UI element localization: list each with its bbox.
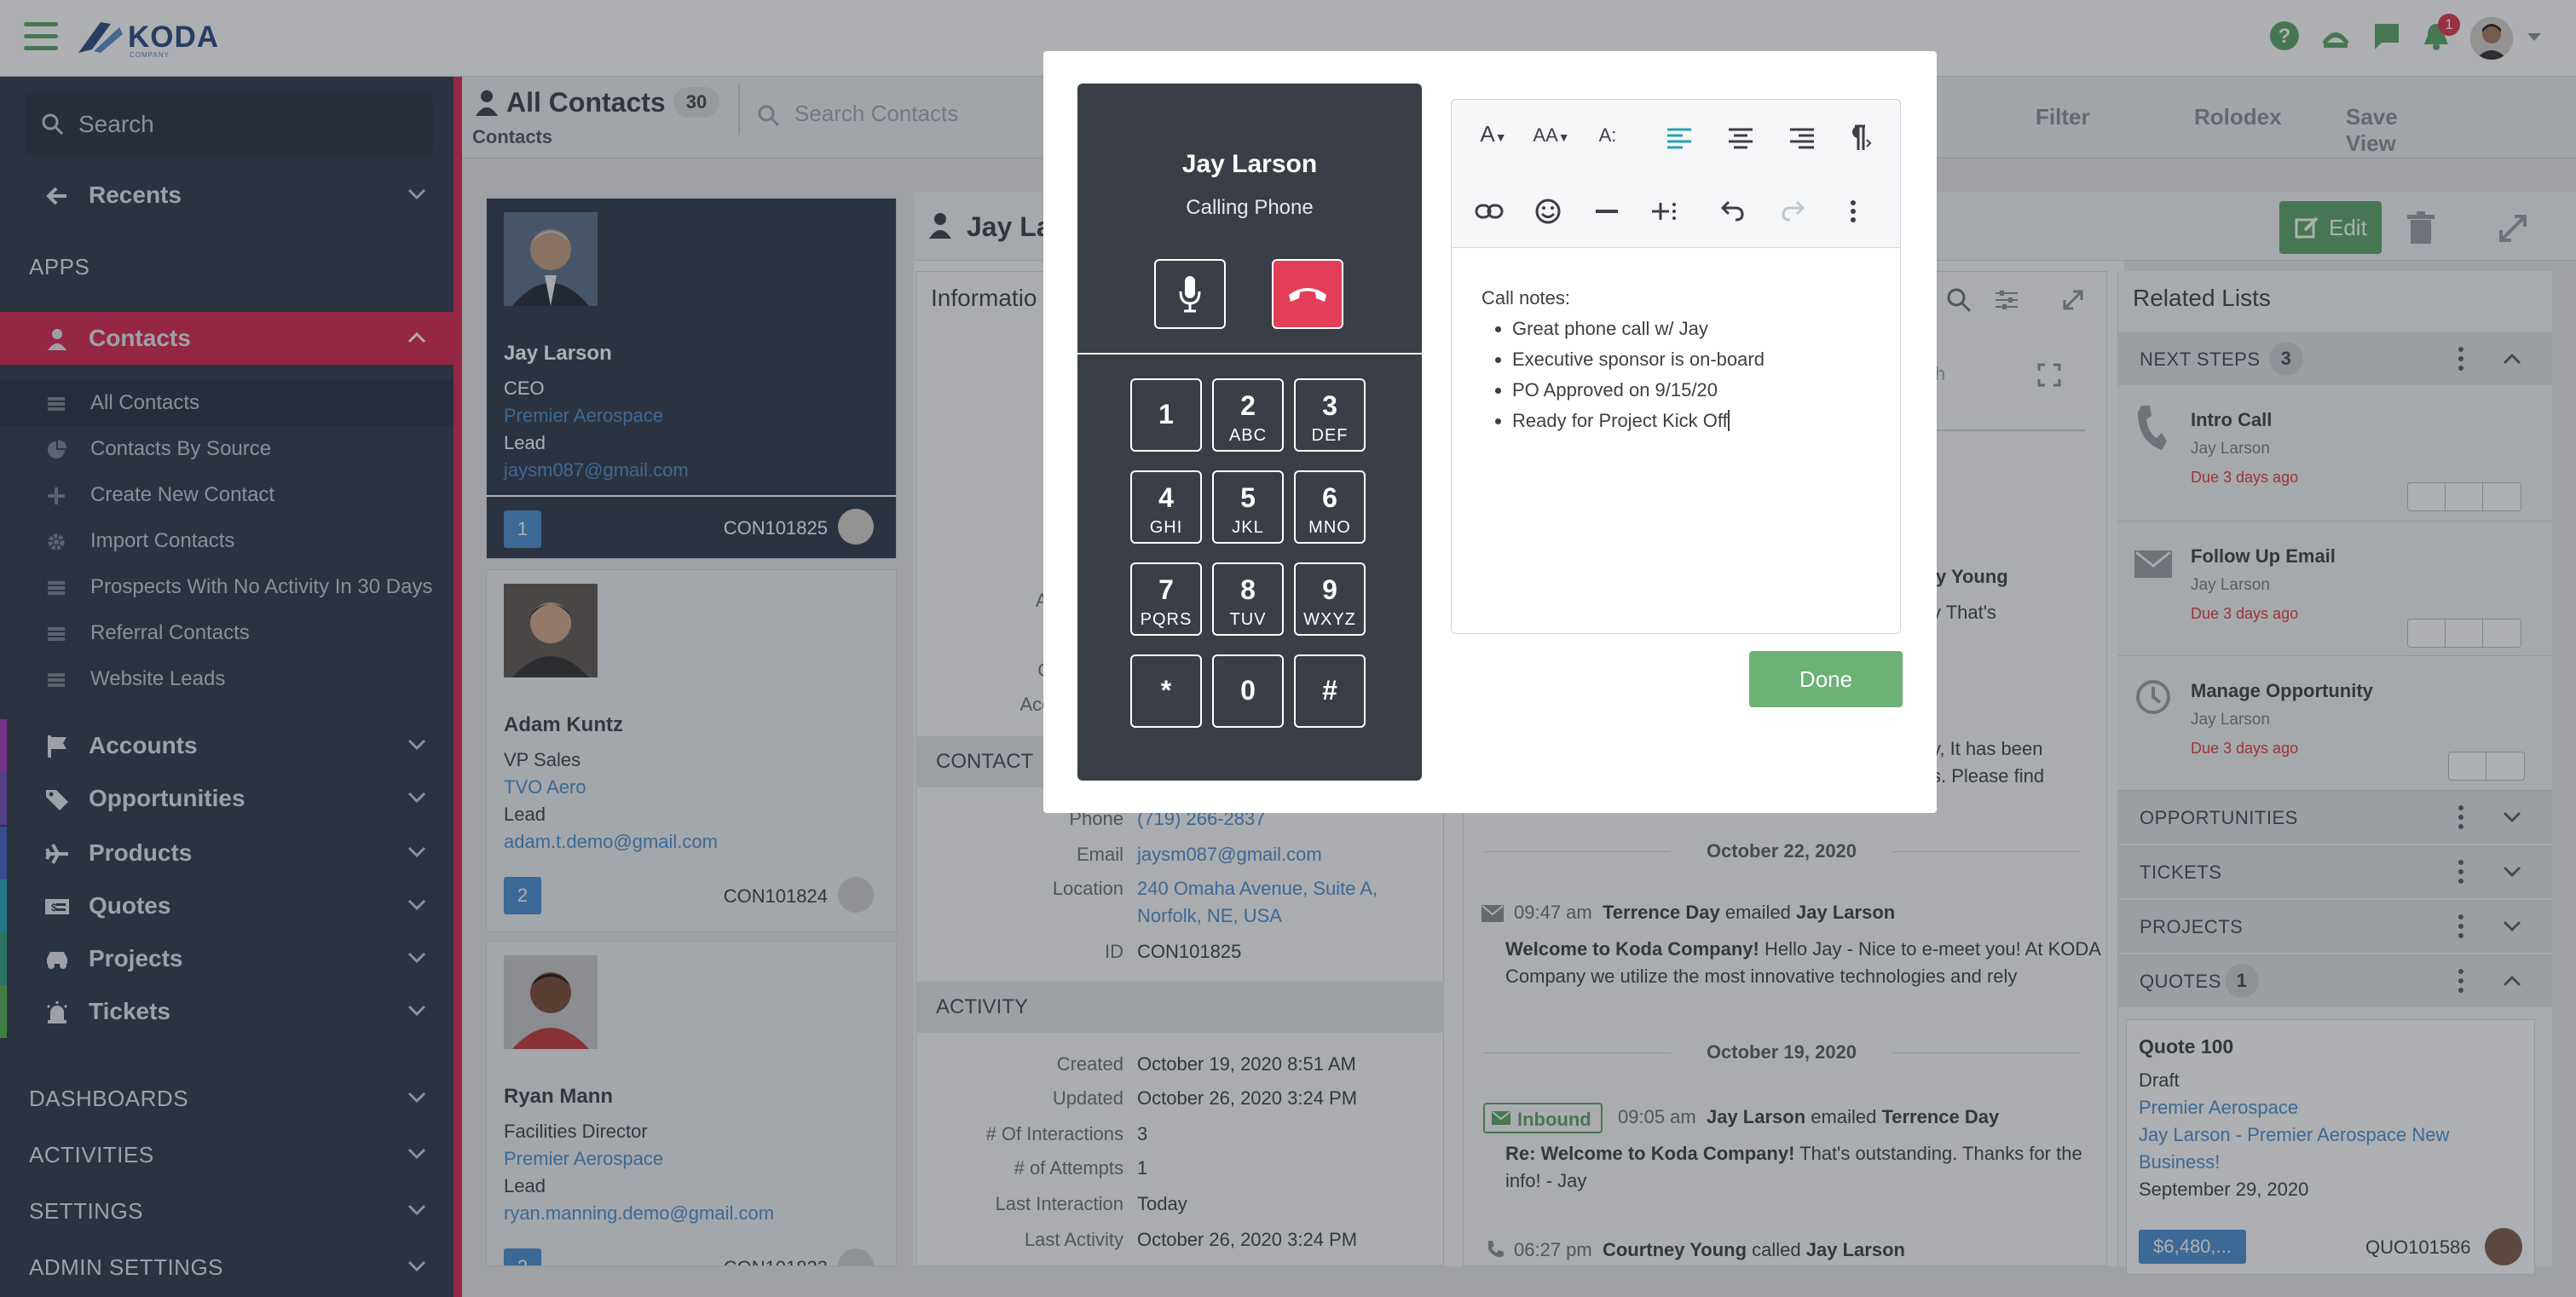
keypad-key-1[interactable]: 1 xyxy=(1130,378,1202,452)
notes-heading: Call notes: xyxy=(1481,287,1570,308)
notes-list-item-text: Ready for Project Kick Off xyxy=(1512,410,1728,431)
call-notes-content[interactable]: Call notes: Great phone call w/ Jay Exec… xyxy=(1481,283,1874,436)
dialer-divider xyxy=(1077,353,1422,355)
font-family-button[interactable]: A▼ xyxy=(1471,121,1516,155)
keypad-key-9[interactable]: 9 WXYZ xyxy=(1294,562,1366,636)
notes-list-item: Executive sponsor is on-board xyxy=(1512,344,1874,375)
mute-button[interactable] xyxy=(1154,259,1226,329)
keypad-key-6[interactable]: 6 MNO xyxy=(1294,470,1366,544)
key-digit: 4 xyxy=(1158,482,1174,513)
key-letters: GHI xyxy=(1149,518,1183,537)
text-cursor xyxy=(1727,410,1735,431)
microphone-icon xyxy=(1179,276,1201,313)
keypad-key-hash[interactable]: # xyxy=(1294,654,1366,728)
key-letters: MNO xyxy=(1308,518,1351,537)
editor-toolbar xyxy=(1452,100,1900,248)
paragraph-icon[interactable] xyxy=(1846,124,1872,152)
key-letters: WXYZ xyxy=(1303,610,1356,629)
insert-table-icon[interactable] xyxy=(1650,199,1679,223)
key-digit: * xyxy=(1160,675,1172,706)
key-letters: PQRS xyxy=(1140,610,1193,629)
emoji-icon[interactable] xyxy=(1534,198,1562,225)
key-digit: 0 xyxy=(1240,675,1256,706)
call-status: Calling Phone xyxy=(1186,196,1314,219)
text-format-button[interactable]: A: xyxy=(1589,124,1626,159)
keypad-key-7[interactable]: 7 PQRS xyxy=(1130,562,1202,636)
key-digit: # xyxy=(1322,675,1337,706)
notes-list: Great phone call w/ Jay Executive sponso… xyxy=(1512,314,1874,436)
key-digit: 8 xyxy=(1240,574,1256,605)
caller-name: Jay Larson xyxy=(1181,150,1318,178)
notes-list-item: Great phone call w/ Jay xyxy=(1512,314,1874,344)
font-size-button[interactable]: AA▼ xyxy=(1528,124,1575,159)
redo-icon[interactable] xyxy=(1780,199,1805,222)
align-left-icon[interactable] xyxy=(1666,126,1693,150)
horizontal-rule-icon[interactable] xyxy=(1596,210,1618,215)
key-digit: 7 xyxy=(1158,574,1174,605)
keypad-key-0[interactable]: 0 xyxy=(1212,654,1284,728)
keypad-key-star[interactable]: * xyxy=(1130,654,1202,728)
key-digit: 1 xyxy=(1158,399,1174,429)
phone-hangup-icon xyxy=(1289,288,1326,302)
link-icon[interactable] xyxy=(1475,199,1504,223)
notes-list-item: Ready for Project Kick Off xyxy=(1512,406,1874,436)
key-letters: DEF xyxy=(1311,426,1349,445)
font-family-label: A xyxy=(1480,121,1495,147)
notes-list-item: PO Approved on 9/15/20 xyxy=(1512,375,1874,406)
align-right-icon[interactable] xyxy=(1788,126,1816,150)
key-digit: 5 xyxy=(1240,482,1256,513)
key-digit: 6 xyxy=(1322,482,1337,513)
keypad-key-5[interactable]: 5 JKL xyxy=(1212,470,1284,544)
key-digit: 9 xyxy=(1322,574,1337,605)
keypad-key-3[interactable]: 3 DEF xyxy=(1294,378,1366,452)
hang-up-button[interactable] xyxy=(1272,259,1343,329)
keypad-key-2[interactable]: 2 ABC xyxy=(1212,378,1284,452)
text-format-label: A: xyxy=(1598,124,1617,146)
align-center-icon[interactable] xyxy=(1727,126,1754,150)
key-digit: 3 xyxy=(1322,390,1337,421)
key-letters: ABC xyxy=(1228,426,1268,445)
done-button[interactable]: Done xyxy=(1749,651,1903,707)
key-letters: TUV xyxy=(1229,610,1267,629)
font-size-label: AA xyxy=(1533,124,1558,146)
key-digit: 2 xyxy=(1240,390,1256,421)
undo-icon[interactable] xyxy=(1720,199,1746,222)
keypad-key-4[interactable]: 4 GHI xyxy=(1130,470,1202,544)
keypad-key-8[interactable]: 8 TUV xyxy=(1212,562,1284,636)
more-vertical-icon[interactable] xyxy=(1850,199,1857,223)
key-letters: JKL xyxy=(1232,518,1264,537)
